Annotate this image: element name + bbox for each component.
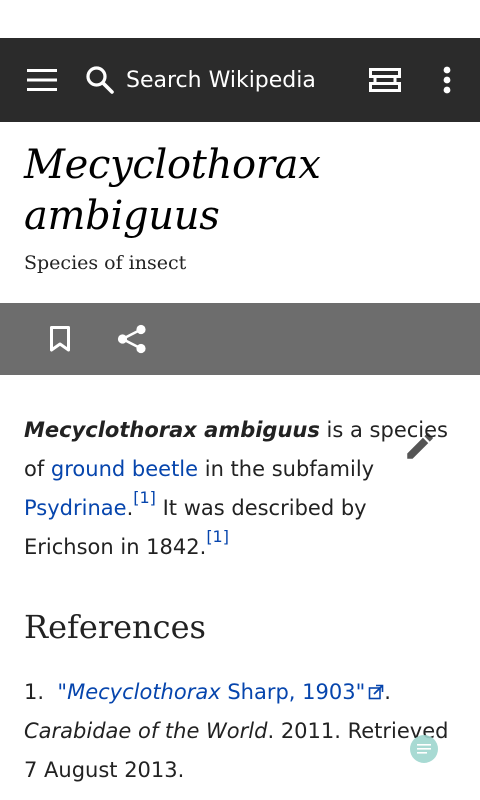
references-heading: References [24, 608, 206, 646]
tabs-icon [369, 68, 401, 92]
search-placeholder: Search Wikipedia [126, 67, 316, 93]
page-description: Species of insect [24, 252, 187, 274]
search-icon [84, 64, 116, 96]
article-subject: Mecyclothorax ambiguus [24, 418, 320, 442]
citation-link[interactable]: [1] [206, 527, 229, 546]
reference-text: . [384, 680, 391, 704]
tabs-button[interactable] [362, 58, 408, 102]
reference-external-link[interactable]: "Mecyclothorax Sharp, 1903" [57, 680, 384, 704]
external-link-icon [368, 684, 384, 700]
overflow-menu-button[interactable] [426, 58, 468, 102]
top-toolbar: Search Wikipedia [0, 38, 480, 122]
menu-button[interactable] [18, 58, 66, 102]
page-action-bar [0, 303, 480, 375]
page-title-line: ambiguus [24, 193, 220, 239]
reference-link-text: Sharp, 1903 [220, 680, 356, 704]
page-title-line: Mecyclothorax [24, 142, 321, 188]
article-lead-paragraph: Mecyclothorax ambiguus is a species of g… [24, 411, 462, 567]
save-page-button[interactable] [40, 319, 80, 359]
reference-item: 1. "Mecyclothorax Sharp, 1903". Carabidae… [24, 673, 464, 790]
share-icon [117, 324, 146, 354]
share-button[interactable] [112, 319, 152, 359]
citation-link[interactable]: [1] [133, 488, 156, 507]
overflow-icon [443, 66, 451, 94]
toc-icon [417, 744, 431, 754]
table-of-contents-button[interactable] [410, 735, 438, 763]
article-text: in the subfamily [198, 457, 375, 481]
status-bar [0, 0, 480, 38]
menu-icon [27, 69, 57, 91]
reference-text: 7 August 2013. [24, 758, 185, 782]
reference-list: 1. "Mecyclothorax Sharp, 1903". Carabidae… [24, 673, 464, 790]
link-psydrinae[interactable]: Psydrinae [24, 496, 127, 520]
title-block: Mecyclothorax ambiguus Species of insect [24, 140, 464, 274]
reference-work: Carabidae of the World [24, 719, 268, 743]
link-ground-beetle[interactable]: ground beetle [51, 457, 198, 481]
reference-number: 1. [24, 680, 45, 704]
reference-link-italic: Mecyclothorax [67, 680, 221, 704]
page-title: Mecyclothorax ambiguus [24, 140, 464, 242]
bookmark-icon [50, 326, 70, 352]
search-bar[interactable]: Search Wikipedia [84, 58, 354, 102]
